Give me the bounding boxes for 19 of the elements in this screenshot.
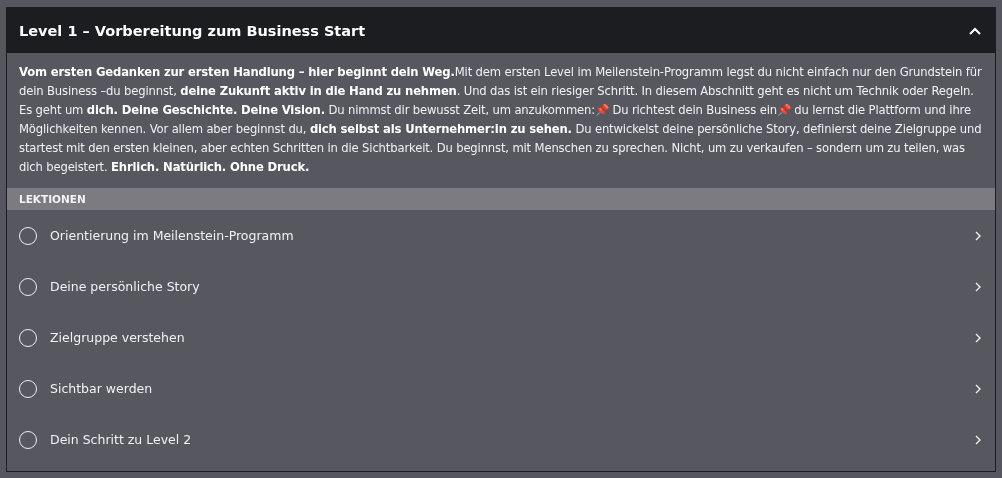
section-header[interactable]: Level 1 – Vorbereitung zum Business Start: [7, 8, 995, 53]
section-description: Vom ersten Gedanken zur ersten Handlung – hier beginnt dein Weg.Mit dem ersten Level im Meilenstein-Programm legst du nicht einfach nur den Grundstein für dein Business –du beginnst, deine Zukunft aktiv in die Hand zu nehmen. Und das ist ein riesiger Schritt. In diesem Abschnitt geht es nicht um Technik oder Regeln. Es geht um dich. Deine Geschichte. Deine Vision. Du nimmst dir bewusst Zeit, um anzukommen:📌 Du richtest dein Business ein📌 du lernst die Plattform und ihre Möglichkeiten kennen. Vor allem aber beginnst du, dich selbst als Unternehmer:in zu sehen. Du entwickelst deine persönliche Story, definierst deine Zielgruppe und startest mit den ersten kleinen, aber echten Schritten in die Sichtbarkeit. Du beginnst, mit Menschen zu sprechen. Nicht, um zu verkaufen – sondern um zu teilen, was dich begeistert. Ehrlich. Natürlich. Ohne Druck.: [18, 64, 983, 176]
lesson-row[interactable]: Dein Schritt zu Level 2: [7, 414, 995, 465]
chevron-right-icon: [975, 281, 981, 292]
lesson-row[interactable]: Deine persönliche Story: [7, 261, 995, 312]
lesson-title: Dein Schritt zu Level 2: [50, 432, 193, 447]
chevron-right-icon: [975, 383, 981, 394]
lesson-title: Orientierung im Meilenstein-Programm: [50, 228, 295, 243]
chevron-right-icon: [975, 434, 981, 445]
lesson-title: Deine persönliche Story: [50, 279, 201, 294]
lesson-row[interactable]: Sichtbar werden: [7, 363, 995, 414]
chevron-right-icon: [975, 332, 981, 343]
lessons-heading: LEKTIONEN: [19, 193, 86, 205]
lesson-row[interactable]: Zielgruppe verstehen: [7, 312, 995, 363]
lesson-title: Sichtbar werden: [50, 381, 154, 396]
chevron-up-icon: [969, 26, 981, 35]
lesson-title: Zielgruppe verstehen: [50, 330, 186, 345]
lesson-row[interactable]: Orientierung im Meilenstein-Programm: [7, 210, 995, 261]
chevron-right-icon: [975, 230, 981, 241]
